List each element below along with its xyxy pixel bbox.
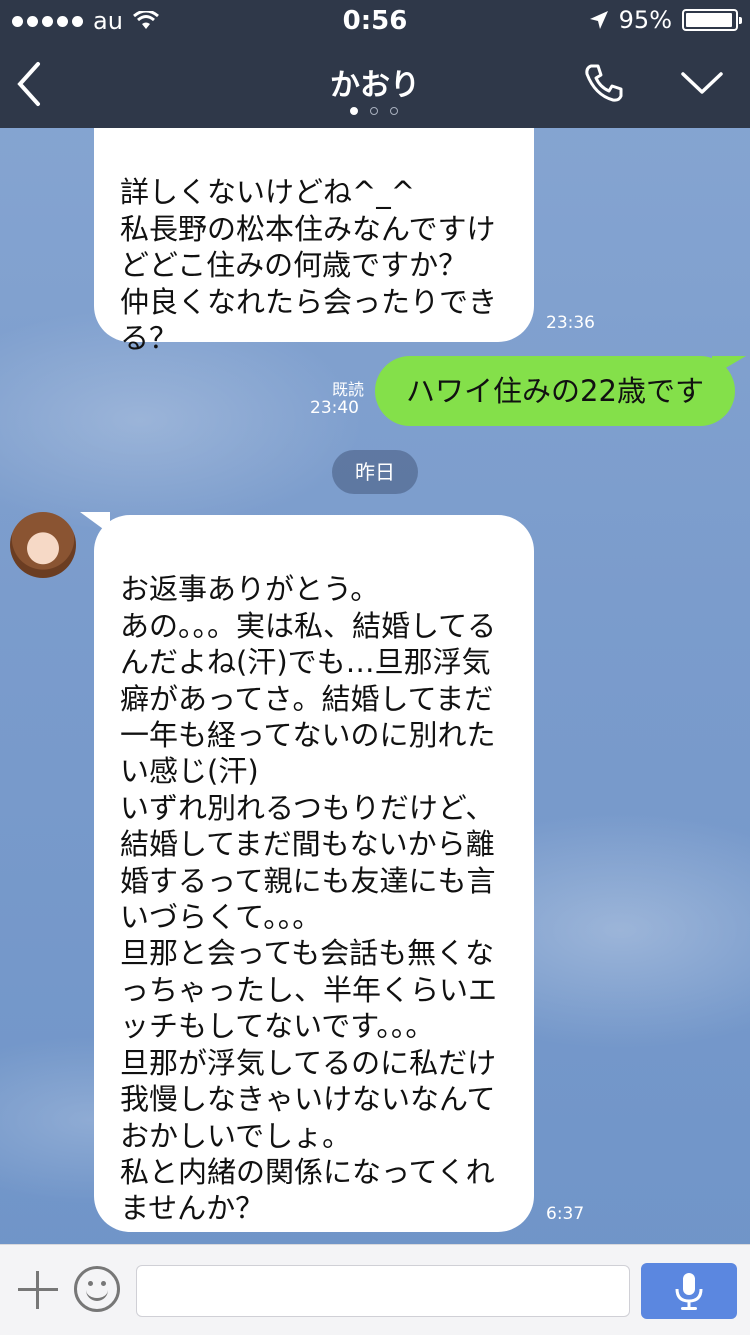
location-arrow-icon: [589, 11, 608, 29]
page-dot: [390, 107, 398, 115]
page-indicator: [350, 107, 398, 115]
date-separator: 昨日: [332, 450, 418, 494]
sent-message-bubble[interactable]: ハワイ住みの22歳です: [375, 356, 735, 426]
call-button[interactable]: [583, 62, 625, 108]
chevron-down-icon: [681, 72, 723, 94]
emoji-icon[interactable]: [74, 1266, 120, 1312]
phone-icon: [585, 64, 623, 102]
message-text: 詳しくないけどね^_^ 私長野の松本住みなんですけどどこ住みの何歳ですか？ 仲良…: [120, 175, 498, 356]
battery-percentage: 95%: [618, 6, 672, 34]
message-time: 23:40: [310, 398, 359, 418]
avatar[interactable]: [10, 512, 76, 578]
message-time: 6:37: [546, 1204, 585, 1224]
menu-toggle-button[interactable]: [680, 70, 724, 102]
battery-icon: [682, 9, 742, 31]
message-input[interactable]: [136, 1265, 630, 1317]
message-text: お返事ありがとう。 あの。。。実は私、結婚してるんだよね(汗)でも…旦那浮気癖が…: [120, 572, 498, 1226]
message-text: ハワイ住みの22歳です: [406, 374, 704, 408]
message-time: 23:36: [546, 313, 595, 333]
microphone-icon: [675, 1273, 703, 1310]
received-message-bubble[interactable]: お返事ありがとう。 あの。。。実は私、結婚してるんだよね(汗)でも…旦那浮気癖が…: [94, 515, 534, 1232]
read-receipt: 既読: [331, 380, 364, 399]
chat-title: かおり: [330, 68, 420, 103]
chat-header: かおり: [0, 40, 750, 128]
voice-button[interactable]: [641, 1263, 737, 1319]
page-dot: [370, 107, 378, 115]
message-composer: [0, 1244, 750, 1335]
plus-icon[interactable]: [18, 1267, 58, 1313]
status-bar: au 0:56 95%: [0, 0, 750, 40]
page-dot: [350, 107, 358, 115]
received-message-bubble[interactable]: 詳しくないけどね^_^ 私長野の松本住みなんですけどどこ住みの何歳ですか？ 仲良…: [94, 100, 534, 355]
